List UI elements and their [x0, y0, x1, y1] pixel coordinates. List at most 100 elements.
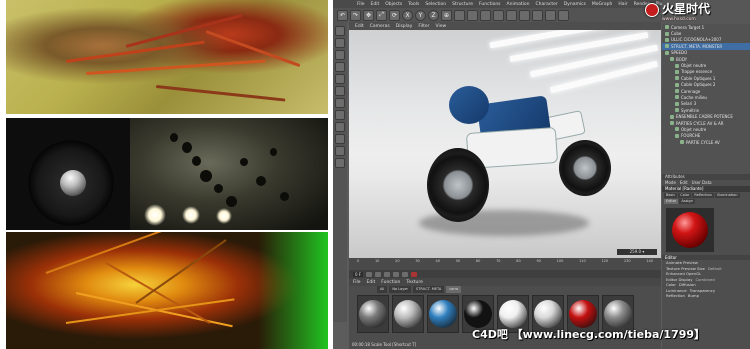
cube-primitive-button[interactable] — [493, 9, 504, 21]
viewport-menu-filter[interactable]: Filter — [418, 24, 429, 29]
texture-preview-size-value[interactable]: Default — [708, 266, 722, 272]
light-button[interactable] — [558, 9, 569, 21]
render-settings-button[interactable] — [480, 9, 491, 21]
coordinate-system-button[interactable]: ⊕ — [441, 9, 452, 21]
viewport-menu-edit[interactable]: Edit — [355, 24, 364, 29]
rotate-tool-button[interactable]: ⟳ — [389, 9, 400, 21]
menu-objects[interactable]: Objects — [385, 2, 402, 7]
nurbs-button[interactable] — [506, 9, 517, 21]
material-tab-all[interactable]: All — [377, 286, 388, 293]
hxsd-logo-text: 火星时代 — [662, 2, 711, 16]
attr-tab-editor[interactable]: Editor — [664, 199, 679, 204]
screenshot-stage: File Edit Objects Tools Selection Struct… — [0, 0, 750, 349]
current-frame-field[interactable]: 0 F — [353, 271, 364, 277]
menu-character[interactable]: Character — [536, 2, 558, 7]
editor-display-value[interactable]: Combined — [695, 277, 714, 283]
material-menu-edit[interactable]: Edit — [367, 280, 376, 285]
object-type-icon — [670, 114, 674, 119]
channel-bump-checkbox[interactable]: Bump — [688, 293, 699, 299]
menu-dynamics[interactable]: Dynamics — [564, 2, 586, 7]
material-tab-struct-meta[interactable]: STRUCT. META — [412, 286, 445, 293]
material-menu-file[interactable]: File — [353, 280, 361, 285]
attribute-manager: Attributes Mode Edit User Data Material … — [662, 174, 750, 349]
object-mode-button[interactable] — [335, 38, 345, 48]
attr-tab-assign[interactable]: Assign — [679, 199, 695, 204]
channel-reflection-checkbox[interactable]: Reflection — [666, 293, 685, 299]
menu-edit[interactable]: Edit — [371, 2, 380, 7]
object-list-item[interactable]: PARTIE CYCLE AV — [662, 139, 750, 145]
axis-mode-button[interactable] — [335, 110, 345, 120]
viewport-menu-cameras[interactable]: Cameras — [370, 24, 390, 29]
material-swatch-sphere — [429, 300, 457, 328]
viewport-menu-view[interactable]: View — [435, 24, 446, 29]
z-axis-button[interactable]: Z — [428, 9, 439, 21]
render-view-button[interactable] — [454, 9, 465, 21]
undo-button[interactable]: ↶ — [337, 9, 348, 21]
material-swatch[interactable] — [357, 295, 389, 333]
material-tab-carro[interactable]: carro — [446, 286, 462, 293]
object-type-icon — [675, 63, 679, 68]
edges-mode-button[interactable] — [335, 86, 345, 96]
tweak-mode-button[interactable] — [335, 122, 345, 132]
record-button[interactable] — [411, 271, 418, 277]
snap-button[interactable] — [335, 134, 345, 144]
material-menu-texture[interactable]: Texture — [406, 280, 422, 285]
move-tool-button[interactable]: ✥ — [363, 9, 374, 21]
attr-tab-color[interactable]: Color — [678, 193, 692, 198]
3d-viewport[interactable]: 259.0 ▾ — [349, 30, 661, 258]
object-type-icon — [670, 57, 674, 62]
render-picture-viewer-button[interactable] — [467, 9, 478, 21]
goto-end-button[interactable] — [402, 271, 409, 277]
menu-hair[interactable]: Hair — [618, 2, 627, 7]
object-type-icon — [665, 25, 669, 30]
menu-mograph[interactable]: MoGraph — [592, 2, 612, 7]
prev-frame-button[interactable] — [375, 271, 382, 277]
next-frame-button[interactable] — [393, 271, 400, 277]
menu-structure[interactable]: Structure — [452, 2, 473, 7]
y-axis-button[interactable]: Y — [415, 9, 426, 21]
goto-start-button[interactable] — [366, 271, 373, 277]
animation-mode-button[interactable] — [335, 146, 345, 156]
play-button[interactable] — [384, 271, 391, 277]
workplane-button[interactable] — [335, 62, 345, 72]
redo-button[interactable]: ↷ — [350, 9, 361, 21]
menu-animation[interactable]: Animation — [507, 2, 530, 7]
texture-mode-button[interactable] — [335, 50, 345, 60]
x-axis-button[interactable]: X — [402, 9, 413, 21]
material-preview[interactable] — [666, 208, 714, 252]
material-tab-no-layer[interactable]: No Layer — [389, 286, 411, 293]
material-preview-sphere — [672, 212, 708, 248]
object-manager: Camera Target 1 Cube ULLIC CICOGNOLA+2007 S… — [662, 24, 750, 174]
material-swatch[interactable] — [392, 295, 424, 333]
timeline-tick: 70 — [496, 259, 501, 263]
menu-file[interactable]: File — [357, 2, 365, 7]
menu-tools[interactable]: Tools — [408, 2, 419, 7]
attr-tab-illumination[interactable]: Illumination — [714, 193, 740, 198]
material-swatch[interactable] — [427, 295, 459, 333]
timeline-tick: 140 — [646, 259, 653, 263]
attr-tab-reflection[interactable]: Reflection — [692, 193, 714, 198]
object-name: Camera Target 1 — [671, 24, 705, 30]
viewport-menu-display[interactable]: Display — [396, 24, 413, 29]
menu-functions[interactable]: Functions — [479, 2, 501, 7]
object-type-icon — [665, 37, 669, 42]
object-name: STRUCT. META. MONSTER — [671, 43, 723, 49]
material-menu-function[interactable]: Function — [381, 280, 400, 285]
hxsd-logo-mark — [645, 3, 659, 17]
object-name: Symétrie — [681, 107, 700, 113]
scene-button[interactable] — [545, 9, 556, 21]
channel-row[interactable]: Reflection Bump — [662, 293, 750, 299]
timeline-ruler[interactable]: 0 10 20 30 40 50 60 70 80 90 100 110 120… — [349, 258, 661, 270]
material-swatch-sphere — [534, 300, 562, 328]
polygons-mode-button[interactable] — [335, 98, 345, 108]
scale-tool-button[interactable]: ⤢ — [376, 9, 387, 21]
model-mode-button[interactable] — [335, 26, 345, 36]
sculpt-button[interactable] — [335, 158, 345, 168]
object-name: PARTIES CYCLE AV & AR — [676, 120, 724, 126]
material-swatch-sphere — [359, 300, 387, 328]
attr-tab-basic[interactable]: Basic — [664, 193, 678, 198]
points-mode-button[interactable] — [335, 74, 345, 84]
deformer-button[interactable] — [532, 9, 543, 21]
spline-button[interactable] — [519, 9, 530, 21]
menu-selection[interactable]: Selection — [425, 2, 446, 7]
